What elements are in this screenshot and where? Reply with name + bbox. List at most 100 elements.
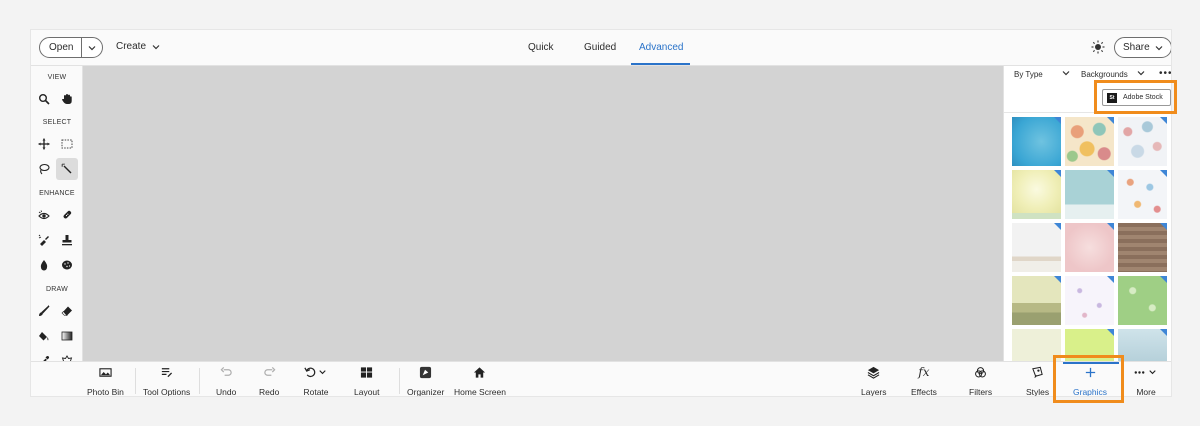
chevron-down-icon[interactable]	[1062, 70, 1070, 76]
tab-quick[interactable]: Quick	[528, 42, 554, 53]
stock-badge-icon	[1160, 276, 1167, 283]
filters-label: Filters	[969, 387, 993, 397]
clone-stamp-icon[interactable]	[57, 230, 77, 250]
thumbnail[interactable]	[1065, 223, 1114, 272]
more-button[interactable]: More	[1132, 365, 1160, 397]
fx-icon: fx	[918, 365, 930, 379]
thumbnail[interactable]	[1012, 117, 1061, 166]
tool-options-icon	[160, 365, 174, 379]
organizer-icon	[419, 365, 433, 379]
photo-bin-button[interactable]: Photo Bin	[87, 365, 124, 397]
open-button[interactable]: Open	[39, 37, 104, 58]
red-eye-icon[interactable]	[34, 205, 54, 225]
thumbnail[interactable]	[1065, 276, 1114, 325]
thumbnail[interactable]	[1118, 223, 1167, 272]
styles-button[interactable]: Styles	[1026, 365, 1049, 396]
stock-badge-icon	[1054, 170, 1061, 177]
marquee-icon[interactable]	[57, 134, 77, 154]
filters-button[interactable]: Filters	[969, 365, 993, 397]
stock-badge-icon	[1160, 117, 1167, 124]
tool-options-label: Tool Options	[143, 387, 191, 397]
stock-badge-icon	[1160, 170, 1167, 177]
thumbnail[interactable]	[1012, 223, 1061, 272]
rotate-icon	[303, 365, 329, 379]
photoshop-elements-window: Open Create Quick Guided Advanced Share …	[30, 29, 1172, 397]
stock-badge-icon	[1107, 276, 1114, 283]
thumbnail[interactable]	[1118, 276, 1167, 325]
stock-badge-icon	[1160, 329, 1167, 336]
magic-wand-icon[interactable]	[56, 158, 78, 180]
redo-button[interactable]: Redo	[259, 365, 279, 396]
thumbnail[interactable]	[1118, 170, 1167, 219]
photo-bin-icon	[98, 365, 112, 379]
more-options-icon[interactable]: •••	[1159, 68, 1171, 79]
hand-icon[interactable]	[57, 89, 77, 109]
layout-button[interactable]: Layout	[354, 365, 380, 397]
theme-sun-icon[interactable]	[1091, 40, 1105, 54]
tab-advanced[interactable]: Advanced	[639, 42, 683, 53]
more-icon	[1132, 365, 1160, 379]
create-button[interactable]: Create	[116, 41, 160, 52]
thumbnail[interactable]	[1012, 170, 1061, 219]
organizer-button[interactable]: Organizer	[407, 365, 445, 397]
chevron-down-icon[interactable]	[1137, 70, 1145, 76]
stock-badge-icon	[1107, 329, 1114, 336]
layers-button[interactable]: Layers	[861, 365, 887, 397]
spot-healing-icon[interactable]	[57, 205, 77, 225]
sponge-icon[interactable]	[57, 255, 77, 275]
effects-button[interactable]: fx Effects	[911, 365, 937, 397]
thumbnail[interactable]	[1012, 276, 1061, 325]
undo-button[interactable]: Undo	[216, 365, 236, 396]
graphics-highlight	[1053, 355, 1124, 403]
stock-badge-icon	[1054, 117, 1061, 124]
stock-badge-icon	[1107, 117, 1114, 124]
filter-dropdown[interactable]: By Type	[1014, 70, 1043, 79]
stock-badge-icon	[1054, 276, 1061, 283]
eraser-icon[interactable]	[57, 301, 77, 321]
tool-options-button[interactable]: Tool Options	[143, 365, 191, 397]
stock-badge-icon	[1054, 223, 1061, 230]
stock-badge-icon	[1107, 223, 1114, 230]
thumbnail[interactable]	[1118, 117, 1167, 166]
smart-brush-icon[interactable]	[34, 230, 54, 250]
section-select: SELECT	[42, 119, 72, 126]
section-draw: DRAW	[46, 286, 68, 293]
redo-icon	[262, 365, 276, 379]
rotate-button[interactable]: Rotate	[303, 365, 329, 397]
organizer-label: Organizer	[407, 387, 445, 397]
lasso-icon[interactable]	[34, 159, 54, 179]
rotate-label: Rotate	[303, 387, 329, 397]
effects-label: Effects	[911, 387, 937, 397]
photo-bin-label: Photo Bin	[87, 387, 124, 397]
open-label[interactable]: Open	[40, 38, 83, 57]
layers-label: Layers	[861, 387, 887, 397]
share-button[interactable]: Share	[1114, 37, 1171, 58]
tab-guided[interactable]: Guided	[584, 42, 616, 53]
filters-icon	[974, 365, 988, 379]
chevron-down-icon	[1155, 45, 1163, 50]
home-screen-button[interactable]: Home Screen	[454, 365, 506, 396]
blur-icon[interactable]	[34, 255, 54, 275]
move-icon[interactable]	[34, 134, 54, 154]
stock-badge-icon	[1107, 170, 1114, 177]
paint-bucket-icon[interactable]	[34, 326, 54, 346]
share-label[interactable]: Share	[1123, 42, 1150, 53]
mode-tabs: Quick Guided Advanced	[31, 30, 1171, 66]
category-dropdown[interactable]: Backgrounds	[1081, 70, 1128, 79]
chevron-down-icon[interactable]	[82, 45, 102, 51]
thumbnail[interactable]	[1065, 170, 1114, 219]
create-label[interactable]: Create	[116, 41, 146, 52]
home-icon	[473, 365, 487, 379]
styles-icon	[1031, 365, 1045, 379]
editing-canvas[interactable]	[83, 66, 1003, 361]
layout-label: Layout	[354, 387, 380, 397]
bottom-task-bar: Photo Bin Tool Options Undo Redo Rotate …	[31, 361, 1171, 397]
undo-icon	[219, 365, 233, 379]
more-label: More	[1136, 387, 1156, 397]
thumbnail[interactable]	[1065, 117, 1114, 166]
top-bar: Open Create Quick Guided Advanced Share	[31, 30, 1171, 66]
gradient-icon[interactable]	[57, 326, 77, 346]
zoom-icon[interactable]	[34, 89, 54, 109]
brush-icon[interactable]	[34, 301, 54, 321]
chevron-down-icon	[152, 44, 160, 49]
